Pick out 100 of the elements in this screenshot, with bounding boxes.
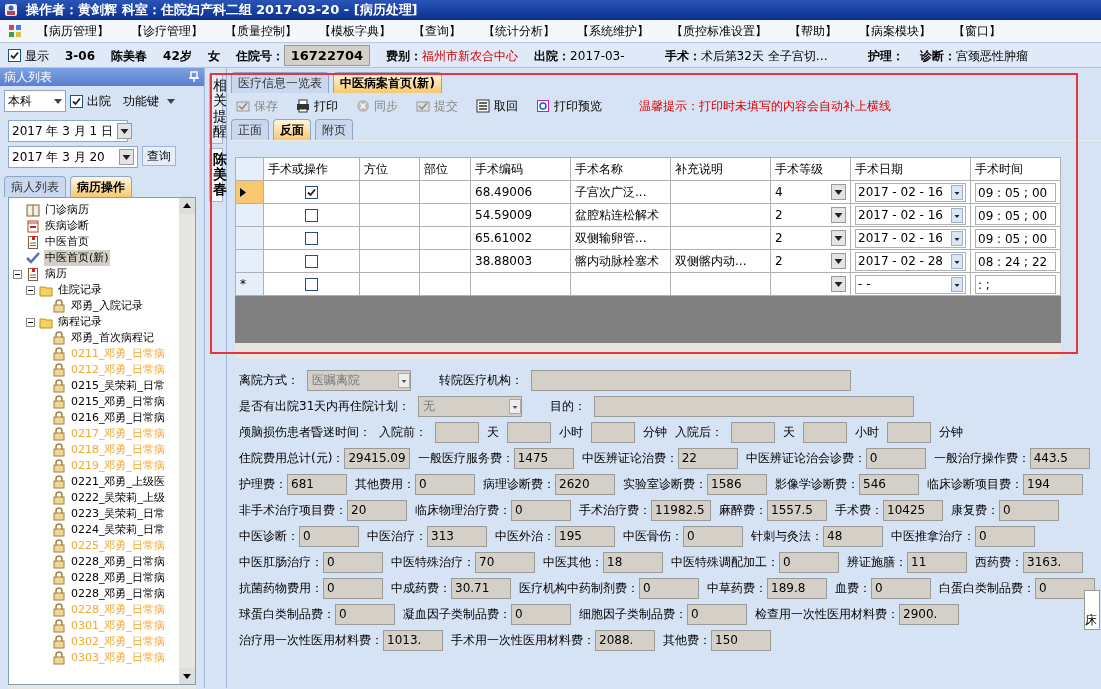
- input-field[interactable]: 195: [555, 525, 615, 547]
- dropdown-button[interactable]: [119, 149, 134, 165]
- time-field[interactable]: 08 : 24 ; 22: [975, 251, 1056, 271]
- menu-item[interactable]: 【模板字典】: [312, 22, 398, 40]
- menu-item[interactable]: 【窗口】: [946, 22, 1008, 40]
- input-field[interactable]: 0: [865, 447, 926, 469]
- tree-item[interactable]: 0223_吴荣莉_日常: [70, 506, 166, 522]
- input-field[interactable]: 2088.: [595, 629, 655, 651]
- dropdown-button[interactable]: [951, 276, 963, 292]
- tree-item[interactable]: 疾病诊断: [44, 218, 90, 234]
- input-field[interactable]: 1557.5: [767, 499, 827, 521]
- input-field[interactable]: 189.8: [767, 577, 827, 599]
- tab[interactable]: 附页: [315, 119, 353, 140]
- input-field[interactable]: 1013.: [383, 629, 443, 651]
- date-field[interactable]: - -: [855, 274, 966, 294]
- date-field[interactable]: 2017 - 02 - 16: [855, 228, 966, 248]
- input-field[interactable]: [591, 421, 635, 443]
- tab[interactable]: 反面: [273, 119, 311, 140]
- input-field[interactable]: 0: [511, 603, 571, 625]
- query-button[interactable]: 查询: [142, 146, 176, 166]
- input-field[interactable]: 0: [323, 577, 383, 599]
- tab[interactable]: 中医病案首页(新): [333, 72, 442, 93]
- grid-icon[interactable]: [8, 24, 22, 38]
- checkbox[interactable]: [305, 277, 318, 291]
- dropdown-button[interactable]: [831, 207, 846, 223]
- time-field[interactable]: 09 : 05 ; 00: [975, 228, 1056, 248]
- tab[interactable]: 病历操作: [70, 176, 132, 197]
- tree-item[interactable]: 0215_吴荣莉_日常: [70, 378, 166, 394]
- tree-item[interactable]: 中医首页(新): [44, 250, 110, 266]
- column-header[interactable]: 手术等级: [770, 157, 851, 181]
- menu-item[interactable]: 【病案模块】: [852, 22, 938, 40]
- dropdown-button[interactable]: [951, 253, 963, 269]
- column-header[interactable]: 部位: [419, 157, 471, 181]
- input-field[interactable]: 681: [287, 473, 347, 495]
- input-field[interactable]: [731, 421, 775, 443]
- toolbar-button[interactable]: 取回: [471, 97, 523, 115]
- collapse-icon[interactable]: [13, 269, 22, 279]
- pin-icon[interactable]: [188, 71, 200, 83]
- input-field[interactable]: 0: [871, 577, 931, 599]
- tree-item[interactable]: 中医首页: [44, 234, 90, 250]
- input-field[interactable]: 70: [475, 551, 535, 573]
- tab[interactable]: 正面: [231, 119, 269, 140]
- menu-item[interactable]: 【诊疗管理】: [124, 22, 210, 40]
- scrollbar[interactable]: [179, 198, 195, 684]
- input-field[interactable]: 3163.: [1023, 551, 1083, 573]
- tree-item[interactable]: 0221_邓勇_上级医: [70, 474, 166, 490]
- tree-item[interactable]: 0224_吴荣莉_日常: [70, 522, 166, 538]
- input-field[interactable]: 0: [687, 603, 747, 625]
- column-header[interactable]: 手术时间: [970, 157, 1061, 181]
- input-field[interactable]: 546: [859, 473, 919, 495]
- input-field[interactable]: 0: [779, 551, 839, 573]
- input-field[interactable]: 0: [639, 577, 699, 599]
- menu-item[interactable]: 【帮助】: [782, 22, 844, 40]
- checkbox[interactable]: [305, 208, 318, 222]
- date-field[interactable]: 2017 年 3 月 20: [8, 146, 138, 168]
- toolbar-button[interactable]: 打印: [291, 97, 343, 115]
- tree-item[interactable]: 0228_邓勇_日常病: [70, 554, 166, 570]
- input-field[interactable]: 313: [427, 525, 487, 547]
- checkbox[interactable]: [305, 185, 318, 199]
- input-field[interactable]: 194: [1023, 473, 1083, 495]
- function-key-menu[interactable]: 功能键: [123, 92, 175, 110]
- column-header[interactable]: 手术日期: [850, 157, 971, 181]
- checkbox[interactable]: [305, 254, 318, 268]
- dropdown-button[interactable]: [831, 184, 846, 200]
- input-field[interactable]: 0: [335, 603, 395, 625]
- input-field[interactable]: 22: [677, 447, 738, 469]
- input-field[interactable]: 2620: [555, 473, 615, 495]
- dropdown-button[interactable]: [116, 123, 132, 139]
- input-field[interactable]: 20: [347, 499, 407, 521]
- menu-item[interactable]: 【质量控制】: [218, 22, 304, 40]
- date-field[interactable]: 2017 - 02 - 28: [855, 251, 966, 271]
- input-field[interactable]: 0: [323, 551, 383, 573]
- time-field[interactable]: : ;: [975, 274, 1056, 294]
- tree-item[interactable]: 邓勇_首次病程记: [70, 330, 155, 346]
- column-header[interactable]: 手术或操作: [263, 157, 360, 181]
- checkbox[interactable]: [8, 49, 21, 62]
- dropdown-button[interactable]: [831, 230, 846, 246]
- input-field[interactable]: 11982.5: [651, 499, 711, 521]
- input-field[interactable]: 150: [711, 629, 771, 651]
- corner-cell[interactable]: [235, 157, 264, 181]
- department-select[interactable]: 本科: [4, 90, 66, 112]
- row-header[interactable]: *: [235, 272, 264, 296]
- collapse-icon[interactable]: [26, 317, 35, 327]
- dropdown-button[interactable]: [951, 230, 963, 246]
- tree-item[interactable]: 病程记录: [57, 314, 103, 330]
- tree-item[interactable]: 0215_邓勇_日常病: [70, 394, 166, 410]
- menu-item[interactable]: 【系统维护】: [570, 22, 656, 40]
- tree-item[interactable]: 0216_邓勇_日常病: [70, 410, 166, 426]
- input-field[interactable]: [803, 421, 847, 443]
- input-field[interactable]: 29415.09: [344, 447, 410, 469]
- date-field[interactable]: 2017 - 02 - 16: [855, 182, 966, 202]
- column-header[interactable]: 方位: [359, 157, 420, 181]
- input-field[interactable]: 0: [999, 499, 1059, 521]
- input-field[interactable]: 443.5: [1029, 447, 1090, 469]
- input-field[interactable]: 0: [1035, 577, 1095, 599]
- time-field[interactable]: 09 : 05 ; 00: [975, 182, 1056, 202]
- time-field[interactable]: 09 : 05 ; 00: [975, 205, 1056, 225]
- input-field[interactable]: 48: [823, 525, 883, 547]
- tree-item[interactable]: 邓勇_入院记录: [70, 298, 144, 314]
- input-field[interactable]: 2900.: [899, 603, 959, 625]
